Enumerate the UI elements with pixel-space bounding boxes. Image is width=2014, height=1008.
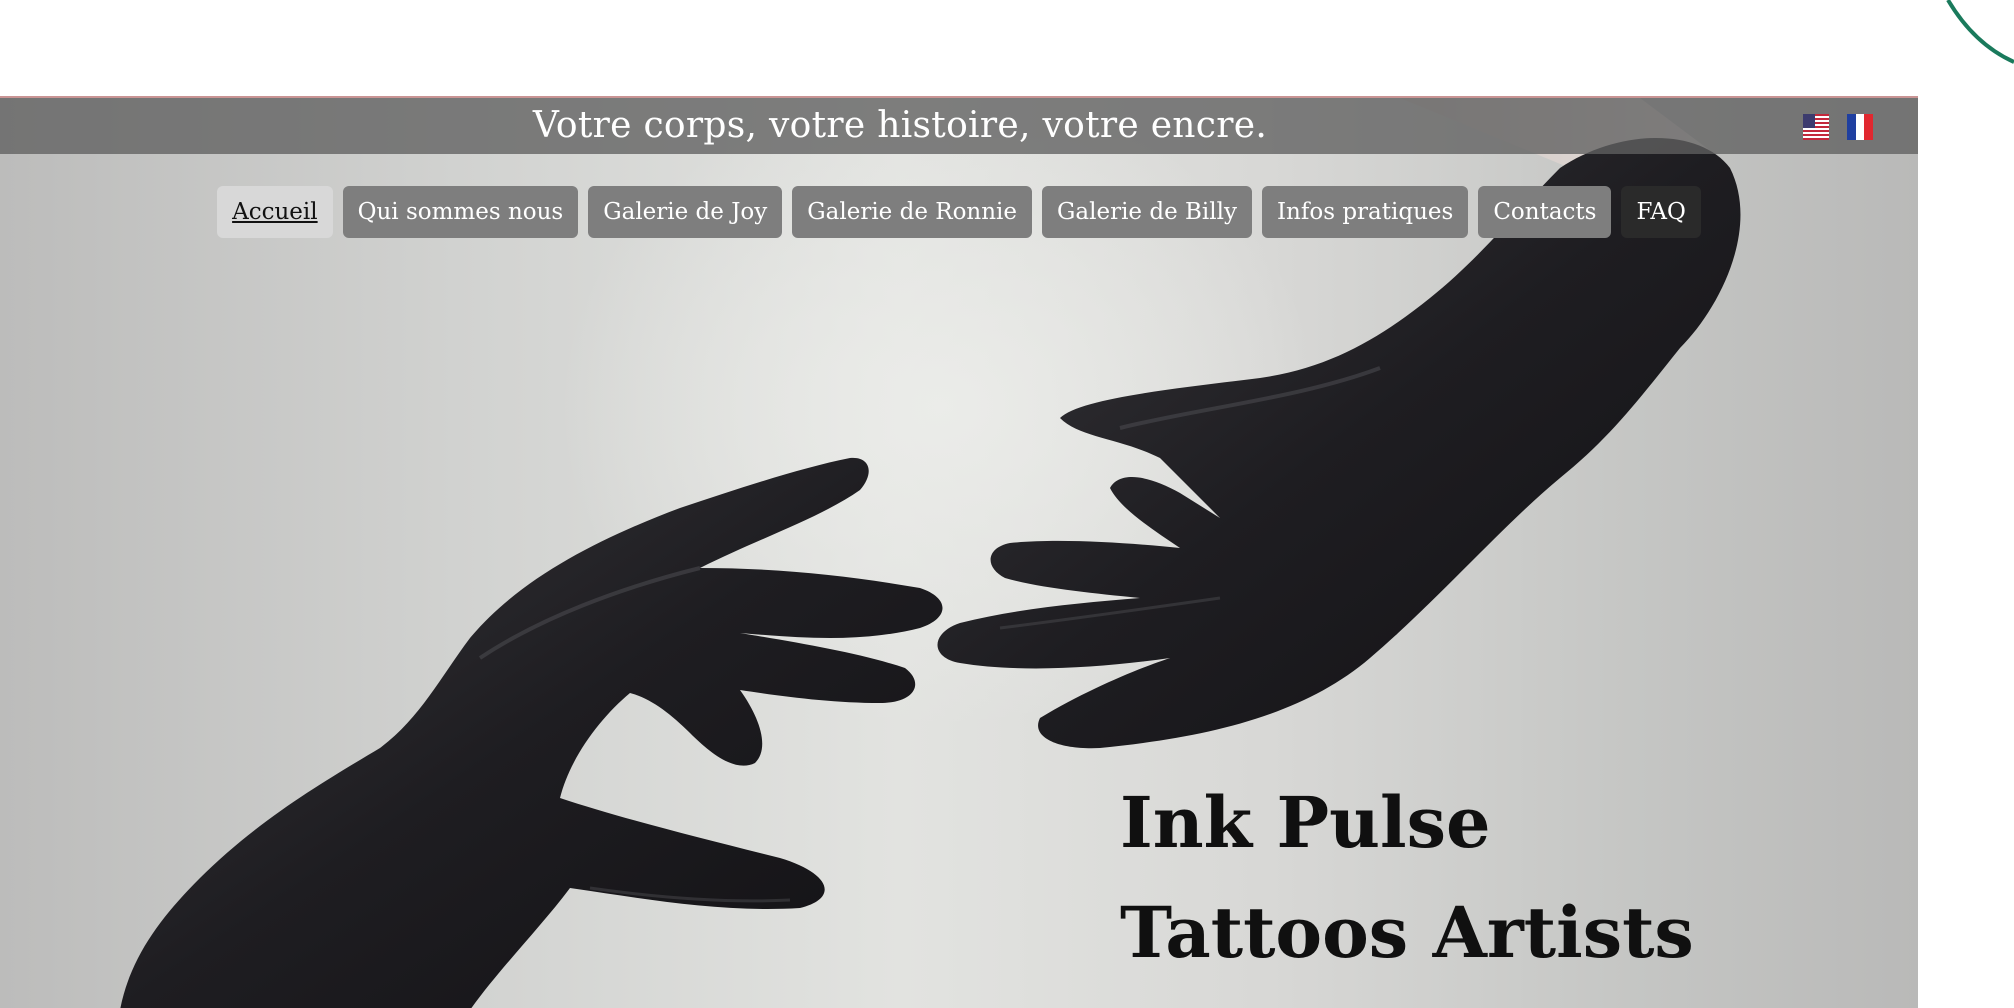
language-switcher [1803,114,1873,140]
hero-title: Ink Pulse Tattoos Artists [1120,768,1694,988]
nav-item-faq[interactable]: FAQ [1621,186,1701,238]
main-nav: Accueil Qui sommes nous Galerie de Joy G… [0,186,1918,238]
tagline-banner: Votre corps, votre histoire, votre encre… [0,98,1918,154]
hero-title-line-1: Ink Pulse [1120,781,1491,864]
us-flag-icon[interactable] [1803,114,1829,140]
page: Votre corps, votre histoire, votre encre… [0,0,2014,1008]
nav-item-galerie-billy[interactable]: Galerie de Billy [1042,186,1252,238]
fr-flag-icon[interactable] [1847,114,1873,140]
tagline: Votre corps, votre histoire, votre encre… [532,105,1268,146]
nav-item-accueil[interactable]: Accueil [217,186,333,238]
nav-item-galerie-ronnie[interactable]: Galerie de Ronnie [792,186,1033,238]
hero-title-line-2: Tattoos Artists [1120,891,1694,974]
nav-item-galerie-joy[interactable]: Galerie de Joy [588,186,783,238]
nav-item-infos-pratiques[interactable]: Infos pratiques [1261,186,1469,238]
nav-item-contacts[interactable]: Contacts [1478,186,1612,238]
hero-section: Votre corps, votre histoire, votre encre… [0,96,1918,1008]
nav-item-qui-sommes-nous[interactable]: Qui sommes nous [342,186,579,238]
corner-arc-decoration [1946,0,2014,64]
